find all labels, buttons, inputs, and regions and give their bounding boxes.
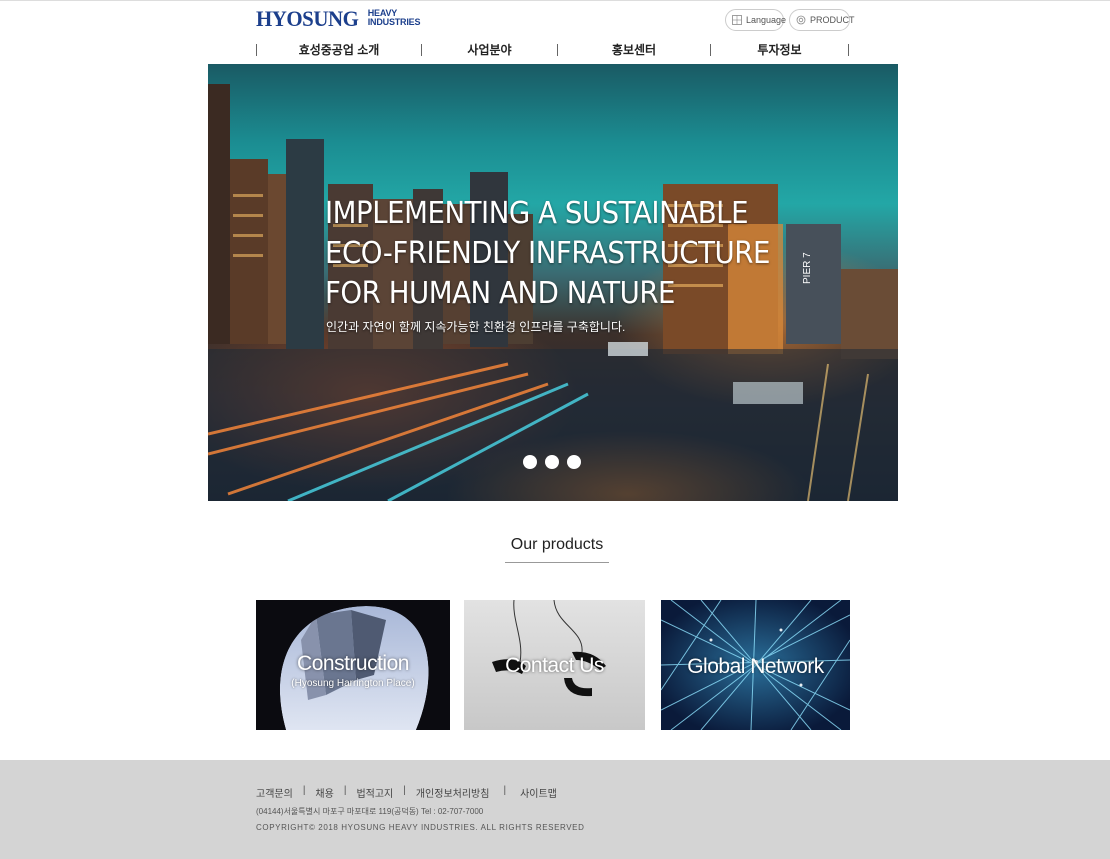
hero-headline-line: FOR HUMAN AND NATURE: [325, 276, 676, 311]
construction-sublabel: (Hyosung Harrington Place): [291, 678, 415, 689]
footer-link-privacy[interactable]: 개인정보처리방침: [416, 785, 490, 800]
logo-sub-industries: INDUSTRIES: [367, 17, 421, 27]
footer-divider: |: [403, 785, 406, 796]
pier-7-sign: PIER 7: [802, 252, 813, 284]
nav-item-about[interactable]: 효성중공업 소개: [257, 41, 421, 59]
slide-indicators: [523, 455, 581, 469]
nav-divider: [848, 44, 849, 56]
global-network-label: Global Network: [687, 655, 824, 678]
footer-address: (04144)서울특별시 마포구 마포대로 119(공덕동) Tel : 02-…: [256, 807, 484, 816]
product-card-construction[interactable]: Construction (Hyosung Harrington Place): [256, 600, 450, 730]
logo-wordmark: HYOSUNG: [256, 6, 359, 31]
contact-label: Contact Us: [505, 654, 604, 677]
footer-link-careers[interactable]: 채용: [315, 785, 333, 800]
footer-link-customer-inquiry[interactable]: 고객문의: [256, 785, 293, 800]
hero-headline-line: IMPLEMENTING A SUSTAINABLE: [325, 196, 749, 231]
site-header: HYOSUNG HEAVY INDUSTRIES Language PRODUC…: [0, 0, 1110, 62]
gear-icon: [796, 15, 806, 25]
nav-item-business[interactable]: 사업분야: [422, 41, 557, 59]
footer-link-legal[interactable]: 법적고지: [356, 785, 393, 800]
nav-item-investor[interactable]: 투자정보: [711, 41, 848, 59]
logo-subtitle: HEAVY INDUSTRIES: [368, 9, 421, 27]
hero-banner[interactable]: PIER 7 IMPLEMENTING A SUSTAINABLE ECO-FR…: [208, 64, 898, 501]
hyosung-logo[interactable]: HYOSUNG HEAVY INDUSTRIES: [256, 7, 420, 31]
product-label: PRODUCT: [810, 15, 855, 25]
product-card-contact[interactable]: Contact Us: [464, 600, 645, 730]
footer-divider: |: [302, 785, 306, 796]
footer-links: 고객문의 | 채용 | 법적고지 | 개인정보처리방침 | 사이트맵: [256, 785, 557, 800]
products-heading: Our products: [505, 536, 609, 563]
slide-dot[interactable]: [567, 455, 581, 469]
language-label: Language: [746, 15, 787, 25]
hero-subtitle: 인간과 자연이 함께 지속가능한 친환경 인프라를 구축합니다.: [326, 320, 626, 334]
footer-copyright: COPYRIGHT© 2018 HYOSUNG HEAVY INDUSTRIES…: [256, 823, 585, 832]
site-footer: 고객문의 | 채용 | 법적고지 | 개인정보처리방침 | 사이트맵 (0414…: [0, 760, 1110, 859]
slide-dot[interactable]: [523, 455, 537, 469]
hero-headline-line: ECO-FRIENDLY INFRASTRUCTURE: [325, 236, 770, 271]
construction-label: Construction: [297, 652, 409, 675]
language-button[interactable]: Language: [725, 9, 787, 31]
slide-dot[interactable]: [545, 455, 559, 469]
main-nav: 효성중공업 소개 사업분야 홍보센터 투자정보: [256, 41, 850, 59]
footer-divider: |: [503, 785, 507, 796]
hero-headline: IMPLEMENTING A SUSTAINABLE ECO-FRIENDLY …: [325, 194, 770, 314]
product-button[interactable]: PRODUCT: [789, 9, 855, 31]
footer-link-sitemap[interactable]: 사이트맵: [520, 785, 557, 800]
product-card-global-network[interactable]: Global Network: [661, 600, 850, 730]
nav-item-pr-center[interactable]: 홍보센터: [558, 41, 710, 59]
footer-divider: |: [343, 785, 347, 796]
globe-icon: [732, 15, 742, 25]
